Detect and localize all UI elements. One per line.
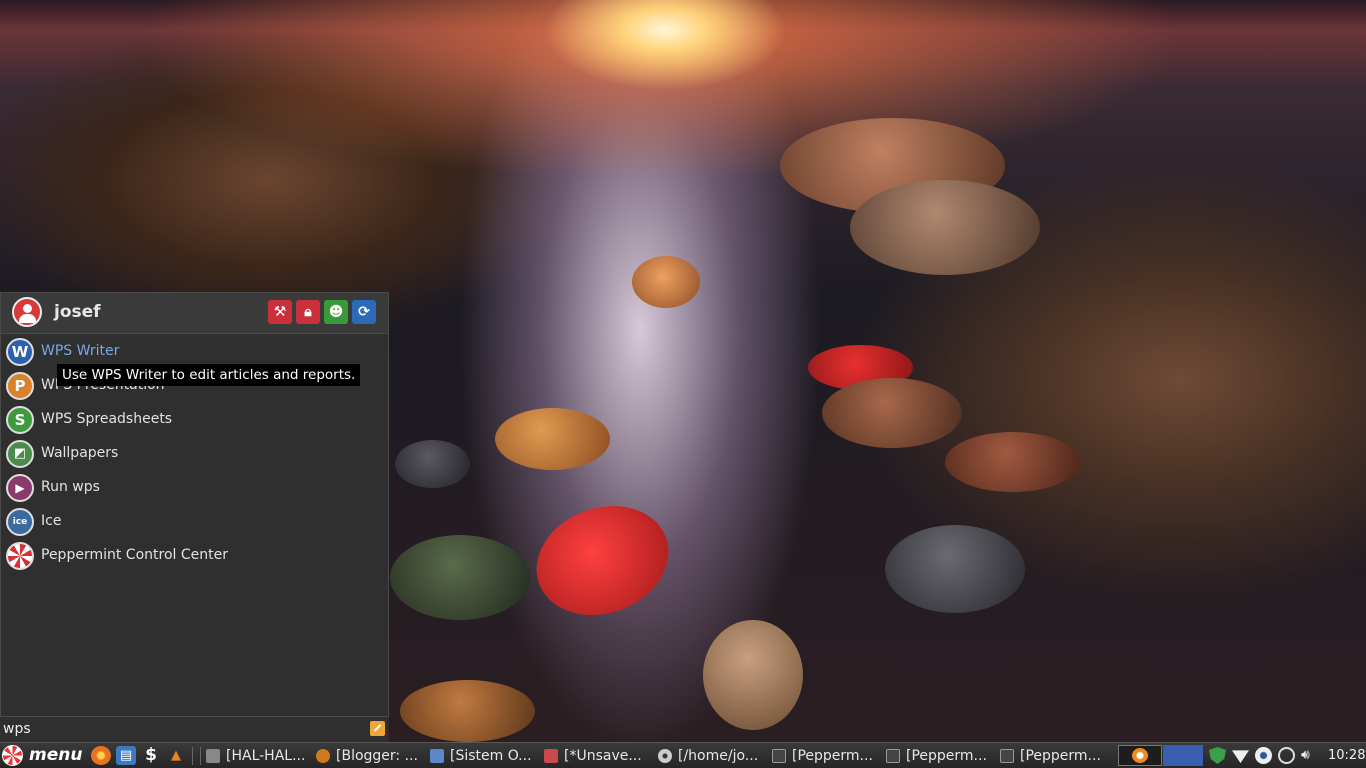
- peppermint-logo-icon: [2, 745, 23, 766]
- search-input[interactable]: [3, 720, 363, 738]
- lock-button[interactable]: 🔒︎: [296, 300, 320, 324]
- peppermint-icon: [6, 542, 34, 570]
- file-manager-launcher-icon[interactable]: ▤: [116, 746, 136, 765]
- browser-icon: [316, 749, 330, 763]
- task-unsaved[interactable]: [*Unsave...: [540, 744, 648, 767]
- menu-button-label: menu: [29, 745, 83, 765]
- shield-icon[interactable]: [1209, 747, 1226, 764]
- task-blogger[interactable]: [Blogger: ...: [312, 744, 420, 767]
- task-home[interactable]: [/home/jo...: [654, 744, 762, 767]
- task-peppermint-2[interactable]: [Pepperm...: [882, 744, 990, 767]
- taskbar: menu ▤ $ ▲ [HAL-HAL... [Blogger: ... [Si…: [0, 742, 1366, 768]
- menu-search-bar: [0, 716, 389, 742]
- disk-icon: [658, 749, 672, 763]
- task-sistem[interactable]: [Sistem O...: [426, 744, 534, 767]
- logout-button[interactable]: ⟳: [352, 300, 376, 324]
- terminal-icon: [886, 749, 900, 763]
- task-label: [*Unsave...: [564, 748, 642, 764]
- users-icon: ☻: [328, 304, 344, 320]
- start-menu: josef ⚒ 🔒︎ ☻ ⟳ W WPS Writer P WPS Presen…: [0, 292, 389, 742]
- menu-button[interactable]: menu: [2, 744, 86, 767]
- ice-icon: ice: [6, 508, 34, 536]
- menu-item-label: Ice: [41, 513, 62, 529]
- logout-icon: ⟳: [358, 304, 370, 320]
- clock[interactable]: 10:28: [1328, 748, 1365, 763]
- task-label: [Pepperm...: [906, 748, 987, 764]
- run-wps-icon: ▶: [6, 474, 34, 502]
- user-avatar-icon[interactable]: [12, 297, 42, 327]
- wps-presentation-icon: P: [6, 372, 34, 400]
- window-icon: [206, 749, 220, 763]
- task-label: [Sistem O...: [450, 748, 532, 764]
- clear-search-icon[interactable]: [370, 721, 385, 736]
- folder-icon: [430, 749, 444, 763]
- tooltip: Use WPS Writer to edit articles and repo…: [57, 364, 361, 386]
- firefox-icon: [1132, 748, 1148, 763]
- lock-icon: 🔒︎: [304, 304, 312, 320]
- menu-item-run-wps[interactable]: ▶ Run wps: [1, 471, 388, 505]
- tools-icon: ⚒: [273, 304, 287, 320]
- text-editor-icon: [544, 749, 558, 763]
- settings-button[interactable]: ⚒: [268, 300, 292, 324]
- task-label: [HAL-HAL...: [226, 748, 306, 764]
- wifi-icon[interactable]: [1232, 750, 1249, 764]
- task-label: [Pepperm...: [1020, 748, 1101, 764]
- switch-user-button[interactable]: ☻: [324, 300, 348, 324]
- workspace-1[interactable]: [1118, 745, 1162, 766]
- taskbar-separator: [192, 747, 193, 765]
- task-label: [/home/jo...: [678, 748, 759, 764]
- task-peppermint-3[interactable]: [Pepperm...: [996, 744, 1104, 767]
- menu-item-label: WPS Spreadsheets: [41, 411, 173, 427]
- wallpapers-icon: ◩: [6, 440, 34, 468]
- menu-header: josef ⚒ 🔒︎ ☻ ⟳: [1, 293, 388, 334]
- menu-item-label: Wallpapers: [41, 445, 119, 461]
- terminal-launcher-icon[interactable]: $: [141, 746, 161, 765]
- terminal-icon: [772, 749, 786, 763]
- terminal-icon: [1000, 749, 1014, 763]
- task-peppermint-1[interactable]: [Pepperm...: [768, 744, 876, 767]
- wps-spreadsheets-icon: S: [6, 406, 34, 434]
- task-label: [Blogger: ...: [336, 748, 418, 764]
- menu-item-ice[interactable]: ice Ice: [1, 505, 388, 539]
- menu-item-label: Run wps: [41, 479, 100, 495]
- task-label: [Pepperm...: [792, 748, 873, 764]
- status-circle-icon[interactable]: [1278, 747, 1295, 764]
- menu-item-wallpapers[interactable]: ◩ Wallpapers: [1, 437, 388, 471]
- firefox-launcher-icon[interactable]: [91, 746, 111, 765]
- menu-item-label: WPS Writer: [41, 343, 120, 359]
- menu-item-label: Peppermint Control Center: [41, 547, 228, 563]
- menu-item-peppermint-control-center[interactable]: Peppermint Control Center: [1, 539, 388, 573]
- workspace-2[interactable]: [1163, 745, 1203, 766]
- task-hal[interactable]: [HAL-HAL...: [202, 744, 310, 767]
- update-icon[interactable]: [1255, 747, 1272, 764]
- wps-writer-icon: W: [6, 338, 34, 366]
- vlc-launcher-icon[interactable]: ▲: [166, 746, 186, 765]
- volume-icon[interactable]: 🔊︎: [1301, 747, 1318, 764]
- menu-item-wps-spreadsheets[interactable]: S WPS Spreadsheets: [1, 403, 388, 437]
- taskbar-separator: [200, 747, 201, 765]
- user-name: josef: [54, 302, 101, 322]
